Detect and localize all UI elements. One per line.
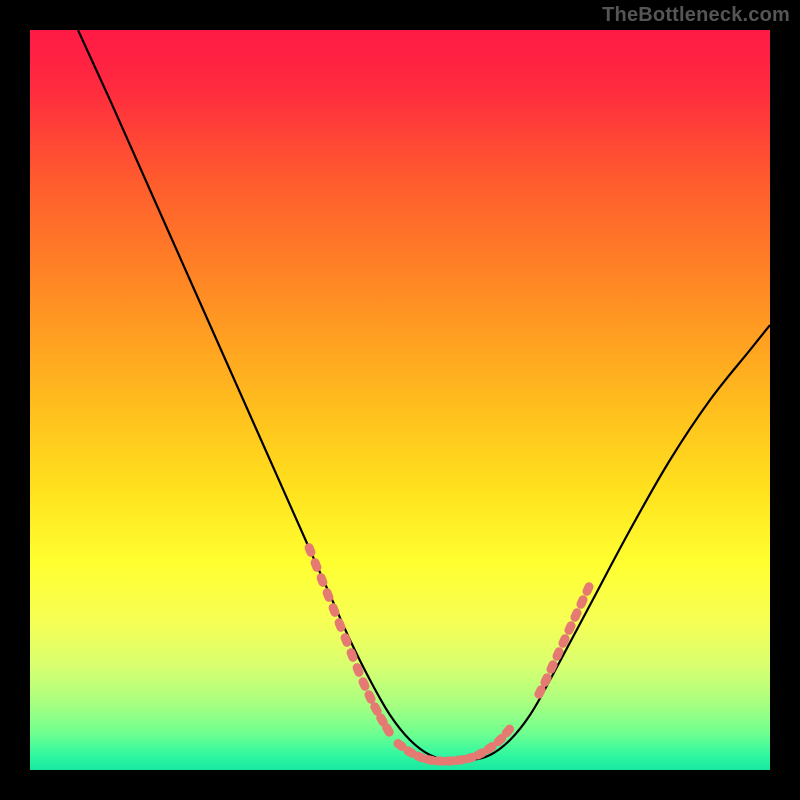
- gradient-background: [30, 30, 770, 770]
- plot-area: [30, 30, 770, 770]
- watermark-text: TheBottleneck.com: [602, 4, 790, 27]
- outer-frame: TheBottleneck.com: [0, 0, 800, 800]
- chart-svg: [30, 30, 770, 770]
